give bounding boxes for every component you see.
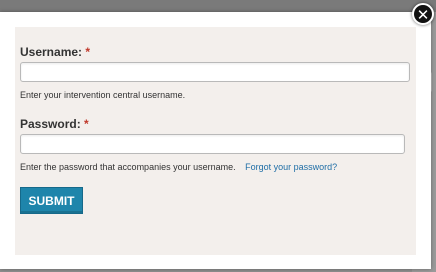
forgot-password-link[interactable]: Forgot your password? [245, 162, 337, 172]
username-input[interactable] [20, 62, 410, 82]
submit-button[interactable]: SUBMIT [20, 187, 83, 214]
password-label-text: Password: [20, 117, 81, 131]
username-label: Username: * [20, 45, 90, 59]
close-icon[interactable]: ✕ [412, 3, 434, 25]
required-marker: * [84, 117, 89, 131]
username-help-text: Enter your intervention central username… [20, 90, 186, 100]
password-help-text: Enter the password that accompanies your… [20, 162, 236, 172]
password-label: Password: * [20, 117, 89, 131]
username-label-text: Username: [20, 45, 83, 59]
password-help-row: Enter the password that accompanies your… [20, 162, 337, 172]
password-input[interactable] [20, 134, 405, 154]
required-marker: * [85, 45, 91, 59]
page-backdrop [0, 0, 436, 12]
